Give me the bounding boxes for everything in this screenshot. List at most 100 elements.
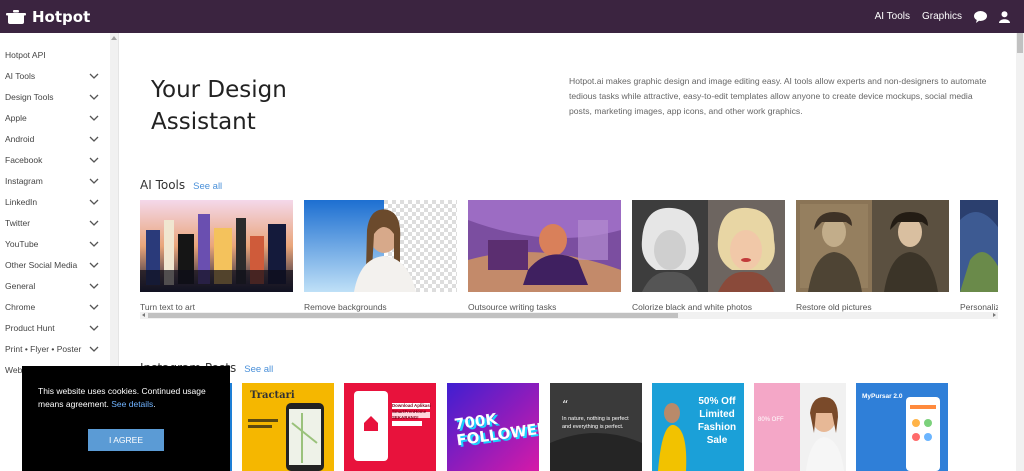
sidebar-item-label: Facebook xyxy=(5,154,43,165)
sidebar-item-label: Android xyxy=(5,133,35,144)
sidebar-item[interactable]: Product Hunt xyxy=(0,317,110,338)
chevron-down-icon[interactable] xyxy=(89,71,99,81)
tool-card-text-to-art[interactable]: Turn text to art xyxy=(140,200,293,312)
cookie-message: This website uses cookies. Continued usa… xyxy=(38,386,206,409)
sidebar-item[interactable]: Instagram xyxy=(0,170,110,191)
tool-caption: Restore old pictures xyxy=(796,302,872,312)
sidebar-item[interactable]: Twitter xyxy=(0,212,110,233)
post-text: In nature, nothing is perfect and everyt… xyxy=(562,416,629,430)
sidebar-item-label: AI Tools xyxy=(5,70,36,81)
ai-tools-scrollbar-thumb[interactable] xyxy=(148,313,678,318)
sidebar-item[interactable]: Design Tools xyxy=(0,86,110,107)
remove-backgrounds-thumbnail xyxy=(304,200,457,292)
scroll-right-arrow-icon[interactable] xyxy=(993,313,996,317)
nav-graphics[interactable]: Graphics xyxy=(922,11,962,22)
top-bar: Hotpot AI Tools Graphics xyxy=(0,0,1024,33)
page-scrollbar-thumb[interactable] xyxy=(1017,33,1023,53)
chevron-down-icon[interactable] xyxy=(89,113,99,123)
post-card[interactable]: “ In nature, nothing is perfect and ever… xyxy=(550,383,642,471)
sidebar-item[interactable]: Other Social Media xyxy=(0,254,110,275)
svg-text:“: “ xyxy=(562,398,568,412)
sidebar-item-label: LinkedIn xyxy=(5,196,38,207)
tool-card-remove-backgrounds[interactable]: Remove backgrounds xyxy=(304,200,457,312)
tool-card-restore[interactable]: Restore old pictures xyxy=(796,200,949,312)
chevron-down-icon[interactable] xyxy=(89,155,99,165)
tool-card-writing-tasks[interactable]: Outsource writing tasks xyxy=(468,200,621,312)
chevron-down-icon[interactable] xyxy=(89,176,99,186)
sidebar-item-label: Web xyxy=(5,364,23,375)
post-card[interactable]: 700K FOLLOWERS xyxy=(447,383,539,471)
sidebar-item[interactable]: YouTube xyxy=(0,233,110,254)
sidebar-item[interactable]: Android xyxy=(0,128,110,149)
sidebar-item-label: Print • Flyer • Poster xyxy=(5,343,82,354)
post-thumbnail xyxy=(800,383,846,471)
app-name: Hotpot xyxy=(32,7,91,26)
post-card[interactable]: 50% Off Limited Fashion Sale xyxy=(652,383,744,471)
sidebar-item[interactable]: General xyxy=(0,275,110,296)
post-card[interactable]: 80% OFF xyxy=(754,383,846,471)
personalize-thumbnail xyxy=(960,200,998,292)
pot-icon xyxy=(6,9,26,24)
sidebar-item-label: YouTube xyxy=(5,238,39,249)
sidebar-item[interactable]: Print • Flyer • Poster xyxy=(0,338,110,359)
chevron-down-icon[interactable] xyxy=(89,92,99,102)
writing-tasks-thumbnail xyxy=(468,200,621,292)
sidebar-item[interactable]: Apple xyxy=(0,107,110,128)
page-scrollbar[interactable] xyxy=(1016,33,1024,471)
sidebar-item[interactable]: Chrome xyxy=(0,296,110,317)
chevron-down-icon[interactable] xyxy=(89,134,99,144)
tool-card-colorize[interactable]: Colorize black and white photos xyxy=(632,200,785,312)
sidebar-item[interactable]: Facebook xyxy=(0,149,110,170)
sidebar-item-label: Apple xyxy=(5,112,27,123)
sidebar-item[interactable]: Hotpot API xyxy=(0,44,110,65)
ai-tools-see-all-link[interactable]: See all xyxy=(193,181,222,192)
sidebar-item-label: General xyxy=(5,280,36,291)
tool-caption: Colorize black and white photos xyxy=(632,302,753,312)
instagram-posts-carousel: Tractari Download Aplikasi SmartFrenHome… xyxy=(140,383,960,471)
cookie-see-details-link[interactable]: See details xyxy=(111,399,153,409)
chevron-down-icon[interactable] xyxy=(89,302,99,312)
sidebar-item-label: Design Tools xyxy=(5,91,54,102)
cookie-banner: This website uses cookies. Continued usa… xyxy=(22,366,230,471)
colorize-thumbnail xyxy=(632,200,785,292)
scroll-left-arrow-icon[interactable] xyxy=(142,313,145,317)
tool-card-personalize[interactable]: Personalize xyxy=(960,200,998,312)
chevron-down-icon[interactable] xyxy=(89,197,99,207)
tool-caption: Turn text to art xyxy=(140,302,195,312)
tool-caption: Remove backgrounds xyxy=(304,302,387,312)
post-card[interactable]: Tractari xyxy=(242,383,334,471)
user-icon[interactable] xyxy=(999,10,1010,23)
post-card[interactable]: MyPursar 2.0 xyxy=(856,383,948,471)
ai-tools-scrollbar[interactable] xyxy=(140,312,998,319)
chevron-down-icon[interactable] xyxy=(89,239,99,249)
logo[interactable]: Hotpot xyxy=(6,8,90,26)
cookie-agree-button[interactable]: I AGREE xyxy=(88,429,164,451)
sidebar-item[interactable]: AI Tools xyxy=(0,65,110,86)
chevron-down-icon[interactable] xyxy=(89,260,99,270)
sidebar-item-label: Chrome xyxy=(5,301,36,312)
instagram-posts-see-all-link[interactable]: See all xyxy=(244,364,273,375)
phone-illustration xyxy=(248,403,324,471)
post-text: 80% OFF xyxy=(758,417,784,423)
chevron-down-icon[interactable] xyxy=(89,281,99,291)
hero-description: Hotpot.ai makes graphic design and image… xyxy=(569,76,987,116)
nav-ai-tools[interactable]: AI Tools xyxy=(875,11,910,22)
scroll-up-arrow-icon[interactable] xyxy=(111,36,117,40)
chevron-down-icon[interactable] xyxy=(89,218,99,228)
sidebar-item-label: Twitter xyxy=(5,217,31,228)
ai-tools-header: AI Tools See all xyxy=(140,178,222,192)
sidebar-item[interactable]: LinkedIn xyxy=(0,191,110,212)
post-text: Download Aplikasi SmartFrenHome SEKARANG… xyxy=(392,403,431,420)
chevron-down-icon[interactable] xyxy=(89,323,99,333)
ai-tools-carousel: Turn text to art Remove backgrounds Outs… xyxy=(140,200,998,312)
tool-caption: Personalize xyxy=(960,302,998,312)
post-card[interactable]: Download Aplikasi SmartFrenHome SEKARANG… xyxy=(344,383,436,471)
tool-caption: Outsource writing tasks xyxy=(468,302,557,312)
chevron-down-icon[interactable] xyxy=(89,344,99,354)
sidebar-item-label: Other Social Media xyxy=(5,259,78,270)
ai-tools-heading: AI Tools xyxy=(140,178,186,192)
sidebar-item-label: Product Hunt xyxy=(5,322,55,333)
chat-icon[interactable] xyxy=(974,10,987,23)
restore-thumbnail xyxy=(796,200,949,292)
top-nav: AI Tools Graphics xyxy=(863,0,1010,33)
